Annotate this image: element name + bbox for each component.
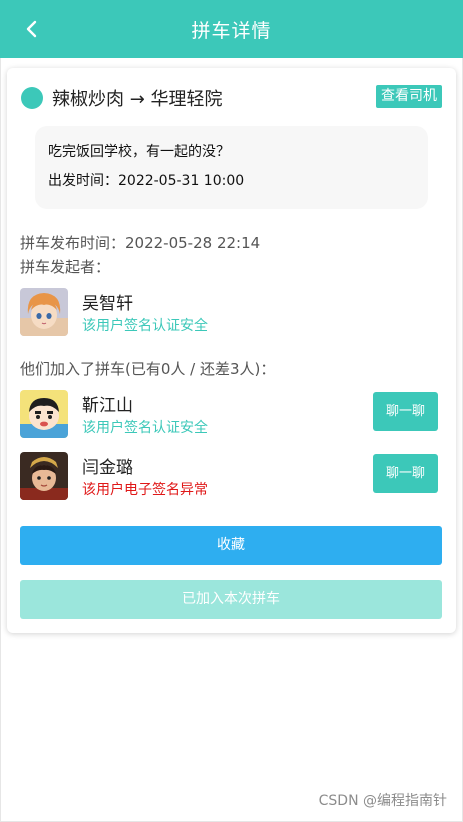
members-heading: 他们加入了拼车(已有0人 / 还差3人)： [20,360,276,378]
publish-time: 拼车发布时间：2022-05-28 22:14 [20,234,261,252]
signature-status: 该用户签名认证安全 [82,420,208,436]
top-navbar: 拼车详情 [0,0,463,58]
chevron-left-icon [26,20,37,38]
initiator-label: 拼车发起者： [20,258,111,276]
chat-button[interactable]: 聊一聊 [373,392,438,431]
member-row: 靳江山 该用户签名认证安全 聊一聊 [20,390,442,440]
page-title: 拼车详情 [191,19,272,42]
trip-note: 吃完饭回学校，有一起的没？ [48,144,230,160]
member-name: 靳江山 [82,396,133,416]
route-dot-icon [21,87,43,109]
favorite-button[interactable]: 收藏 [20,526,442,565]
member-row: 闫金璐 该用户电子签名异常 聊一聊 [20,452,442,502]
signature-status: 该用户电子签名异常 [82,482,208,498]
back-button[interactable] [22,18,42,40]
route-text: 辣椒炒肉 → 华理轻院 [52,89,223,110]
trip-detail-card: 辣椒炒肉 → 华理轻院 查看司机 吃完饭回学校，有一起的没？ 出发时间：2022… [7,68,456,633]
joined-button[interactable]: 已加入本次拼车 [20,580,442,619]
view-driver-button[interactable]: 查看司机 [376,85,442,108]
initiator-row: 吴智轩 该用户签名认证安全 [20,288,442,338]
watermark: CSDN @编程指南针 [318,793,447,809]
departure-time: 出发时间：2022-05-31 10:00 [48,173,245,189]
avatar[interactable] [20,288,68,336]
initiator-name: 吴智轩 [82,294,133,314]
avatar[interactable] [20,390,68,438]
member-name: 闫金璐 [82,458,133,478]
chat-button[interactable]: 聊一聊 [373,454,438,493]
trip-note-box: 吃完饭回学校，有一起的没？ 出发时间：2022-05-31 10:00 [35,126,428,209]
avatar[interactable] [20,452,68,500]
route-row: 辣椒炒肉 → 华理轻院 查看司机 [21,84,442,112]
signature-status: 该用户签名认证安全 [82,318,208,334]
